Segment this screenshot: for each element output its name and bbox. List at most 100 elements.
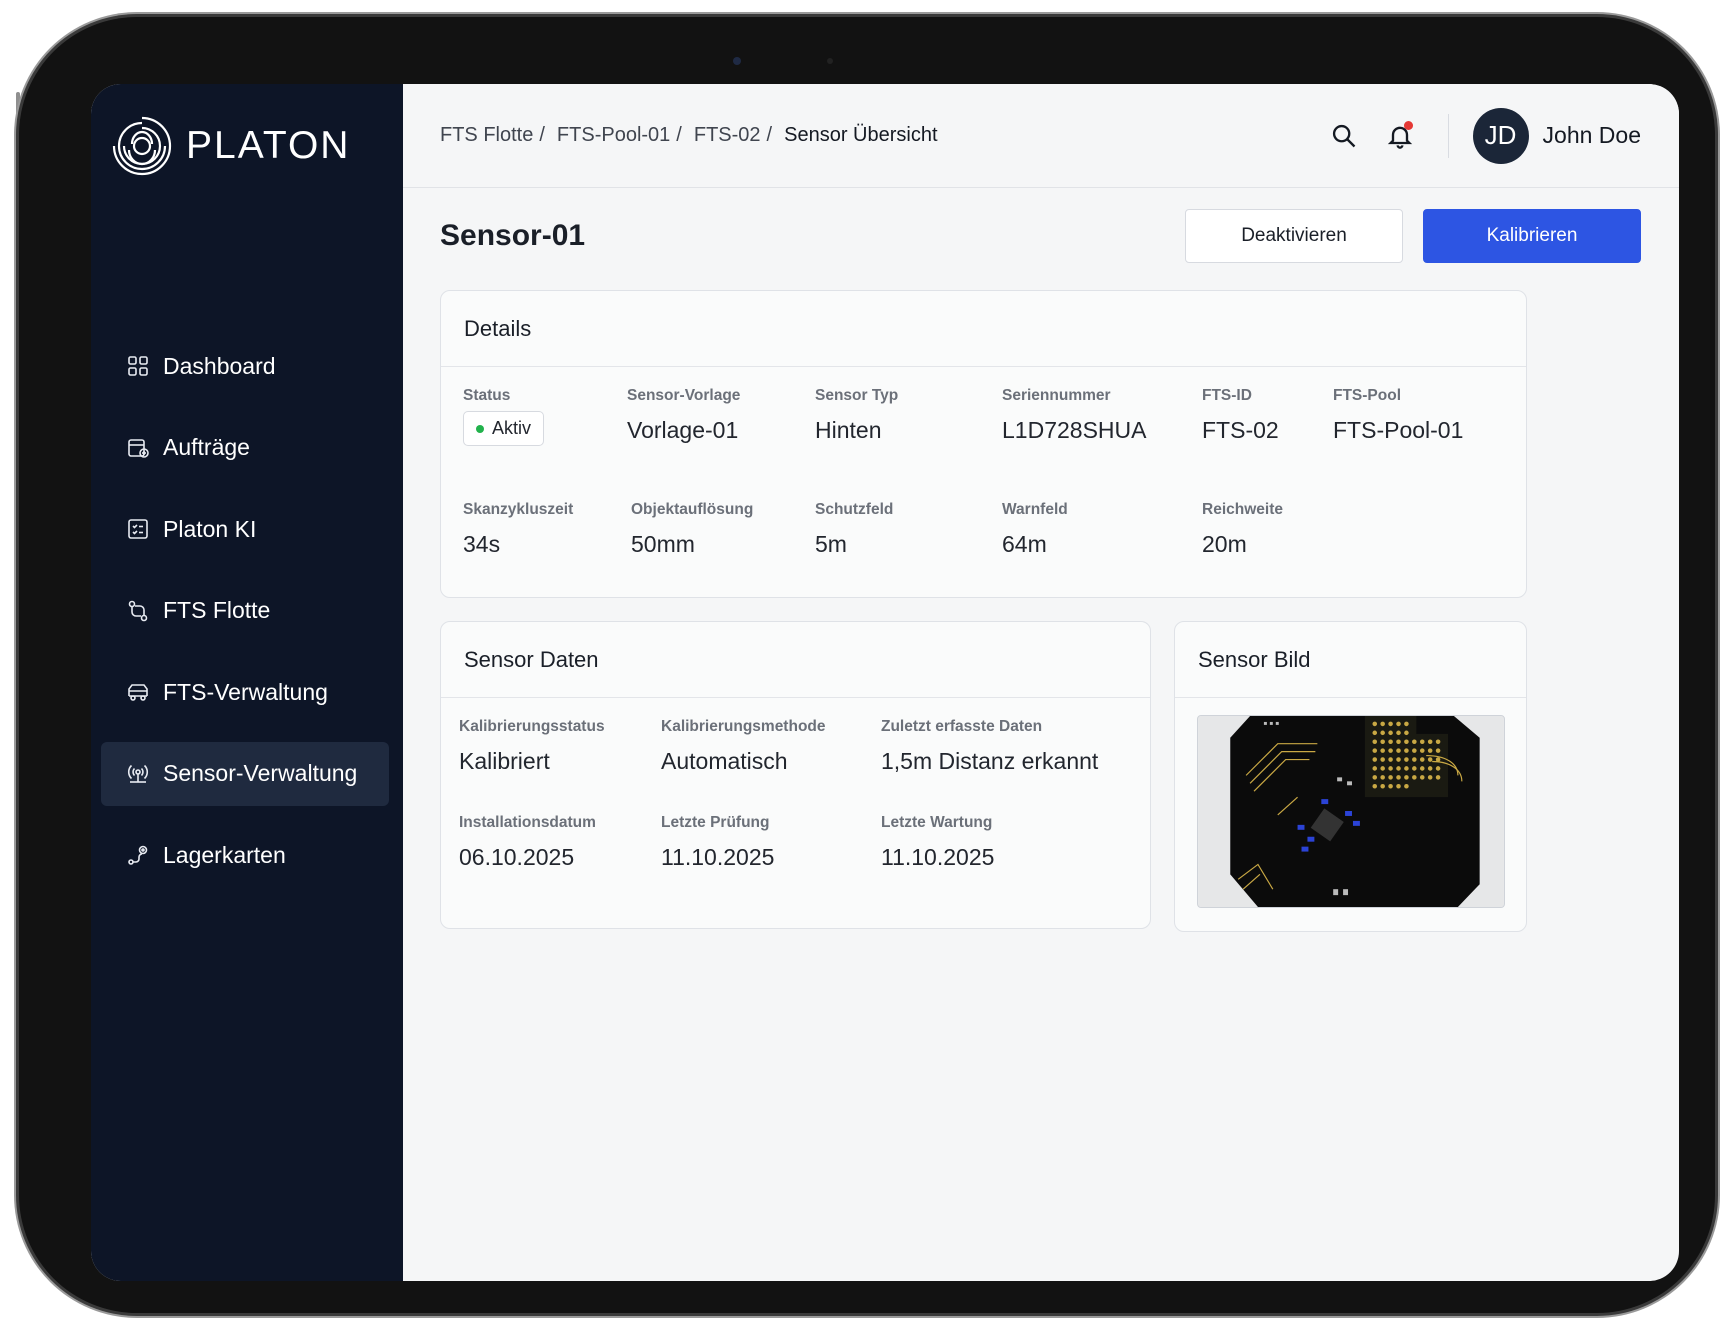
- object-resolution-field: Objektauflösung 50mm: [631, 501, 753, 558]
- app-screen: PLATON Dashboard Aufträge Platon KI FTS …: [91, 84, 1679, 1281]
- sidebar-item-label: Aufträge: [163, 434, 250, 460]
- page-header: Sensor-01 Deaktivieren Kalibrieren: [440, 208, 1641, 264]
- field-value: 1,5m Distanz erkannt: [881, 748, 1099, 774]
- field-label: Skanzykluszeit: [463, 501, 574, 518]
- status-field: Status Aktiv: [463, 387, 545, 446]
- warning-field: Warnfeld 64m: [1002, 501, 1068, 558]
- deactivate-button[interactable]: Deaktivieren: [1185, 209, 1403, 263]
- avatar[interactable]: JD: [1472, 107, 1529, 164]
- last-check-field: Letzte Prüfung 11.10.2025: [661, 814, 774, 871]
- field-label: Zuletzt erfasste Daten: [881, 718, 1043, 735]
- sensor-type-field: Sensor Typ Hinten: [815, 387, 898, 444]
- breadcrumb: FTS Flotte / FTS-Pool-01 / FTS-02 / Sens…: [440, 124, 938, 147]
- fts-id-field: FTS-ID FTS-02: [1202, 387, 1279, 444]
- sidebar-item-fts-verwaltung[interactable]: FTS-Verwaltung: [101, 660, 389, 724]
- sidebar-item-label: FTS Flotte: [163, 597, 271, 623]
- breadcrumb-separator: /: [539, 124, 545, 146]
- field-value: Hinten: [815, 417, 882, 443]
- range-field: Reichweite 20m: [1202, 501, 1283, 558]
- field-value: Automatisch: [661, 748, 788, 774]
- field-value: L1D728SHUA: [1002, 417, 1147, 443]
- field-label: Letzte Wartung: [881, 814, 993, 831]
- sidebar-item-label: FTS-Verwaltung: [163, 678, 328, 705]
- breadcrumb-item-fts[interactable]: FTS-02: [694, 124, 761, 147]
- user-name[interactable]: John Doe: [1543, 122, 1641, 149]
- brand-name: PLATON: [186, 124, 351, 167]
- tablet-frame: PLATON Dashboard Aufträge Platon KI FTS …: [19, 17, 1715, 1313]
- sidebar-item-orders[interactable]: Aufträge: [101, 416, 389, 480]
- calibrate-button[interactable]: Kalibrieren: [1423, 209, 1641, 263]
- sidebar-item-label: Sensor-Verwaltung: [163, 760, 358, 786]
- field-value: 11.10.2025: [881, 844, 995, 870]
- field-label: FTS-Pool: [1333, 387, 1402, 404]
- protective-field: Schutzfeld 5m: [815, 501, 893, 558]
- field-label: Seriennummer: [1002, 387, 1111, 404]
- field-label: Kalibrierungsmethode: [661, 718, 826, 735]
- field-label: Kalibrierungsstatus: [459, 718, 605, 735]
- sensor-signal-icon: [125, 761, 151, 787]
- details-card: Details Status Aktiv Sensor-Vorlage Vorl…: [440, 290, 1527, 598]
- field-label: Letzte Prüfung: [661, 814, 770, 831]
- sidebar-item-label: Dashboard: [163, 352, 276, 379]
- sidebar-item-dashboard[interactable]: Dashboard: [101, 334, 389, 398]
- breadcrumb-item-fts-pool[interactable]: FTS-Pool-01: [557, 124, 670, 147]
- field-value: 11.10.2025: [661, 844, 775, 870]
- sidebar: PLATON Dashboard Aufträge Platon KI FTS …: [91, 84, 403, 1281]
- topbar-actions: JD John Doe: [1324, 107, 1641, 164]
- status-dot-icon: [476, 424, 484, 433]
- breadcrumb-item-fts-flotte[interactable]: FTS Flotte: [440, 124, 533, 147]
- last-maintenance-field: Letzte Wartung 11.10.2025: [881, 814, 994, 871]
- field-value: Kalibriert: [459, 748, 550, 774]
- sensor-data-card: Sensor Daten Kalibrierungsstatus Kalibri…: [440, 621, 1151, 929]
- status-badge: Aktiv: [463, 411, 545, 446]
- sensor-template-field: Sensor-Vorlage Vorlage-01: [627, 387, 740, 444]
- field-label: Schutzfeld: [815, 501, 894, 518]
- brand-logo[interactable]: PLATON: [110, 114, 350, 178]
- breadcrumb-separator: /: [766, 124, 773, 146]
- map-pin-route-icon: [125, 842, 151, 868]
- field-value: 06.10.2025: [459, 844, 575, 870]
- sidebar-item-label: Lagerkarten: [163, 841, 286, 868]
- sidebar-item-platon-ki[interactable]: Platon KI: [101, 497, 389, 561]
- header-divider: [1447, 113, 1449, 158]
- breadcrumb-separator: /: [676, 124, 682, 146]
- sidebar-item-fts-flotte[interactable]: FTS Flotte: [101, 579, 389, 643]
- fts-pool-field: FTS-Pool FTS-Pool-01: [1333, 387, 1463, 444]
- field-label: Installationsdatum: [459, 814, 596, 831]
- field-value: 20m: [1202, 531, 1247, 557]
- sidebar-item-lagerkarten[interactable]: Lagerkarten: [101, 823, 389, 887]
- top-bar: FTS Flotte / FTS-Pool-01 / FTS-02 / Sens…: [403, 84, 1679, 188]
- field-label: Reichweite: [1202, 501, 1283, 518]
- page-title: Sensor-01: [440, 219, 586, 252]
- sensor-dot: [827, 58, 833, 64]
- sidebar-nav: Dashboard Aufträge Platon KI FTS Flotte …: [101, 334, 389, 905]
- ai-checklist-icon: [125, 516, 151, 542]
- main-content: FTS Flotte / FTS-Pool-01 / FTS-02 / Sens…: [403, 84, 1679, 1281]
- details-card-title: Details: [441, 291, 1526, 367]
- field-value: 5m: [815, 531, 847, 557]
- field-label: Objektauflösung: [631, 501, 754, 518]
- field-label: Sensor-Vorlage: [627, 387, 741, 404]
- field-value: 34s: [463, 531, 501, 557]
- calibration-method-field: Kalibrierungsmethode Automatisch: [661, 718, 826, 775]
- sensor-image-card: Sensor Bild: [1174, 621, 1527, 932]
- search-button[interactable]: [1324, 116, 1364, 156]
- sidebar-item-sensor-verwaltung[interactable]: Sensor-Verwaltung: [101, 741, 389, 806]
- breadcrumb-item-current: Sensor Übersicht: [784, 124, 938, 146]
- calibration-status-field: Kalibrierungsstatus Kalibriert: [459, 718, 605, 775]
- orders-icon: [125, 435, 151, 461]
- page-actions: Deaktivieren Kalibrieren: [1185, 209, 1641, 263]
- sensor-pcb-image[interactable]: [1197, 715, 1505, 908]
- field-label: Status: [463, 387, 511, 404]
- circuit-board-illustration: [1198, 716, 1504, 907]
- notifications-button[interactable]: [1380, 116, 1420, 156]
- serial-number-field: Seriennummer L1D728SHUA: [1002, 387, 1146, 444]
- field-value: Vorlage-01: [627, 417, 739, 443]
- field-label: Sensor Typ: [815, 387, 899, 404]
- scan-cycle-field: Skanzykluszeit 34s: [463, 501, 573, 558]
- installation-date-field: Installationsdatum 06.10.2025: [459, 814, 596, 871]
- front-camera: [733, 57, 741, 65]
- platon-logo-icon: [112, 116, 172, 176]
- field-value: FTS-Pool-01: [1333, 417, 1464, 443]
- status-value: Aktiv: [492, 418, 532, 438]
